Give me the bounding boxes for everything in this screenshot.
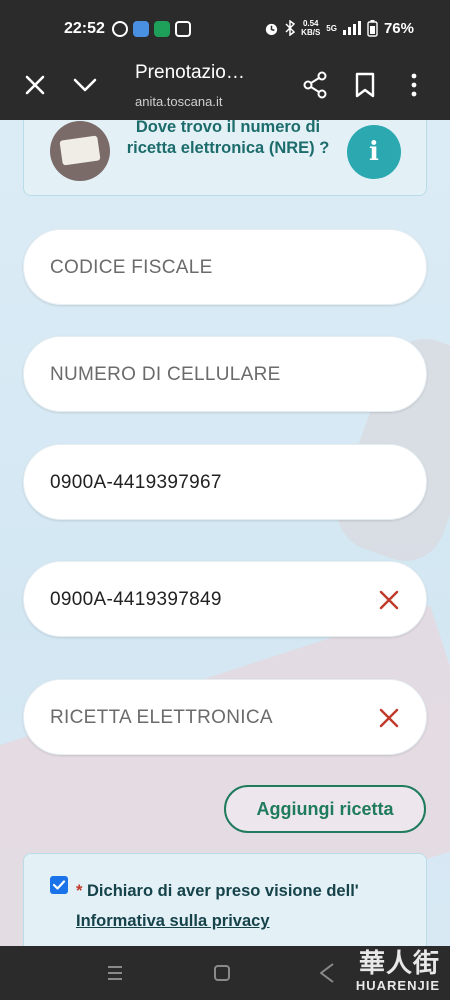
net-speed: 0.54 KB/S [301, 19, 320, 37]
nre-help-text[interactable]: Dove trovo il numero di ricetta elettron… [124, 120, 332, 159]
cellulare-field[interactable]: NUMERO DI CELLULARE [23, 336, 427, 412]
codice-fiscale-placeholder: CODICE FISCALE [50, 257, 213, 278]
browser-bar: Prenotazio… anita.toscana.it [0, 58, 450, 120]
ricetta-field-2[interactable]: 0900A-4419397849 [23, 561, 427, 637]
share-icon[interactable] [302, 71, 328, 99]
ricetta-value-2: 0900A-4419397849 [50, 589, 222, 610]
privacy-checkbox[interactable] [50, 876, 68, 894]
bookmark-icon[interactable] [353, 71, 377, 99]
shield-app-icon [154, 21, 170, 37]
ricetta-field-1[interactable]: 0900A-4419397967 [23, 444, 427, 520]
watermark: 華人街 HUARENJIE [356, 950, 440, 993]
privacy-declaration: Dichiaro di aver preso visione dell' [87, 882, 359, 900]
mail-icon [175, 21, 191, 37]
status-time: 22:52 [64, 20, 105, 37]
close-icon[interactable] [22, 72, 48, 98]
cellulare-placeholder: NUMERO DI CELLULARE [50, 364, 281, 385]
chevron-down-icon[interactable] [72, 72, 98, 98]
net-speed-unit: KB/S [301, 28, 321, 37]
ricetta-field-3[interactable]: RICETTA ELETTRONICA [23, 679, 427, 755]
page-url[interactable]: anita.toscana.it [135, 94, 222, 109]
system-nav-bar: 華人街 HUARENJIE [0, 946, 450, 1000]
status-app-icons [112, 21, 191, 37]
codice-fiscale-field[interactable]: CODICE FISCALE [23, 229, 427, 305]
recent-apps-icon[interactable] [106, 964, 124, 982]
clear-icon[interactable] [378, 589, 400, 611]
cloud-app-icon [133, 21, 149, 37]
ricetta-placeholder: RICETTA ELETTRONICA [50, 707, 273, 728]
battery-percent: 76% [383, 19, 414, 37]
signal-icon [342, 21, 361, 35]
ricetta-value-1: 0900A-4419397967 [50, 472, 222, 493]
status-bar: 22:52 0.54 KB/S 5G 76% [0, 0, 450, 58]
prescription-card-icon [50, 121, 110, 181]
info-icon[interactable]: i [347, 125, 401, 179]
alarm-icon [266, 23, 278, 35]
bluetooth-icon [285, 20, 296, 36]
network-type: 5G [326, 23, 337, 33]
more-options-icon[interactable] [404, 71, 424, 99]
back-icon[interactable] [318, 962, 336, 984]
privacy-link[interactable]: Informativa sulla privacy [76, 912, 270, 930]
privacy-consent-card: * Dichiaro di aver preso visione dell' I… [23, 853, 427, 946]
watermark-chinese: 華人街 [358, 949, 440, 979]
add-prescription-button[interactable]: Aggiungi ricetta [224, 785, 426, 833]
home-icon[interactable] [214, 965, 230, 981]
required-mark: * [76, 882, 83, 900]
battery-icon [367, 19, 378, 37]
net-speed-value: 0.54 [302, 19, 319, 28]
watermark-latin: HUARENJIE [355, 978, 440, 993]
page-content: Dove trovo il numero di ricetta elettron… [0, 120, 450, 946]
privacy-text: * Dichiaro di aver preso visione dell' I… [76, 876, 416, 936]
page-title: Prenotazio… [135, 62, 245, 83]
status-right: 0.54 KB/S 5G 76% [264, 19, 414, 37]
whatsapp-icon [112, 21, 128, 37]
nre-help-card[interactable]: Dove trovo il numero di ricetta elettron… [23, 120, 427, 196]
clear-icon[interactable] [378, 707, 400, 729]
